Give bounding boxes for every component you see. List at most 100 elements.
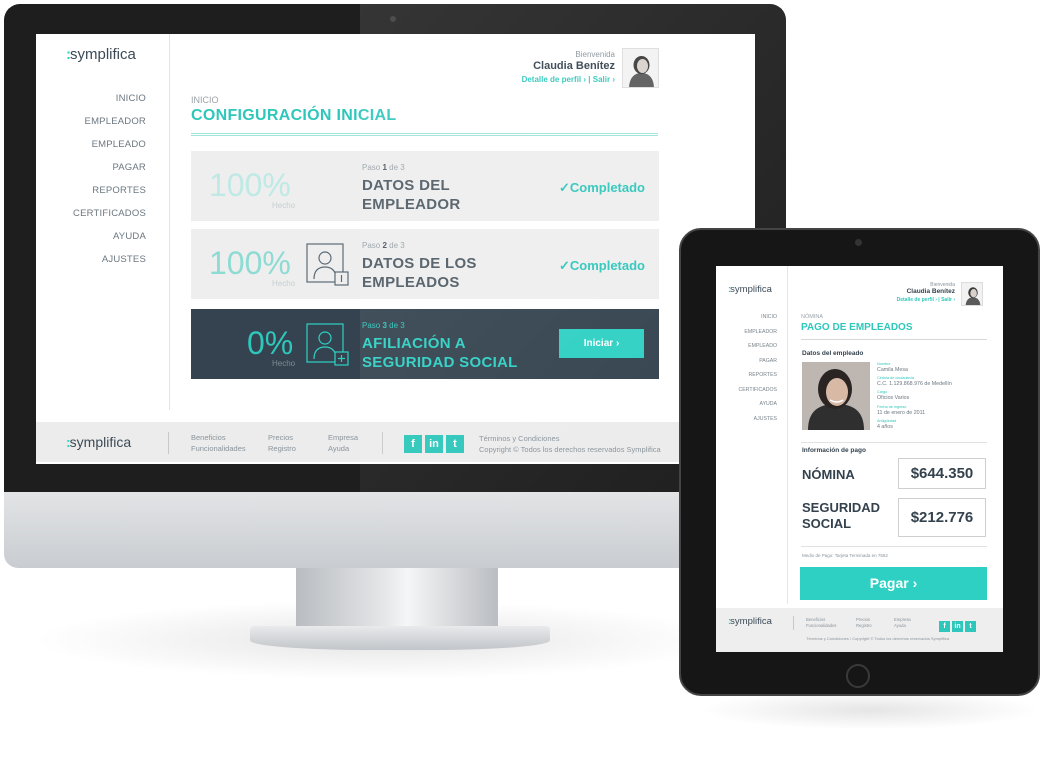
page-title: CONFIGURACIÓN INICIAL bbox=[191, 107, 397, 124]
logout-link[interactable]: Salir › bbox=[593, 75, 615, 84]
sidebar-item-ajustes[interactable]: AJUSTES bbox=[716, 415, 777, 430]
footer-logo[interactable]: :symplifica bbox=[728, 616, 772, 627]
footer-link-registro[interactable]: Registro bbox=[268, 443, 296, 454]
field-value-antiguedad: 4 años bbox=[877, 424, 893, 430]
sidebar-item-ayuda[interactable]: AYUDA bbox=[36, 230, 146, 253]
sidebar-item-certificados[interactable]: CERTIFICADOS bbox=[36, 207, 146, 230]
sidebar-item-empleador[interactable]: EMPLEADOR bbox=[716, 328, 777, 343]
linkedin-icon[interactable]: in bbox=[952, 621, 963, 632]
sidebar-item-pagar[interactable]: PAGAR bbox=[716, 357, 777, 372]
footer-links-2: Precios Registro bbox=[856, 617, 872, 629]
footer-link-empresa[interactable]: Empresa bbox=[328, 432, 358, 443]
sidebar-item-pagar[interactable]: PAGAR bbox=[36, 161, 146, 184]
facebook-icon[interactable]: f bbox=[404, 435, 422, 453]
social-links: f in t bbox=[939, 615, 978, 633]
person-card-icon bbox=[306, 323, 349, 366]
footer-link-registro[interactable]: Registro bbox=[856, 623, 872, 629]
title-rule bbox=[801, 339, 987, 340]
user-name: Claudia Benítez bbox=[906, 288, 955, 295]
sidebar-item-ajustes[interactable]: AJUSTES bbox=[36, 253, 146, 276]
social-security-label-line2: SOCIAL bbox=[802, 516, 852, 531]
sidebar-item-inicio[interactable]: INICIO bbox=[36, 92, 146, 115]
step-number: Paso 2 de 3 bbox=[362, 241, 405, 250]
imac-stand-foot bbox=[250, 626, 550, 650]
step-num: 2 bbox=[382, 241, 387, 250]
imac-stand-neck bbox=[296, 568, 498, 630]
step-suffix: de 3 bbox=[389, 241, 405, 250]
step-prefix: Paso bbox=[362, 163, 381, 172]
sidebar-item-empleado[interactable]: EMPLEADO bbox=[36, 138, 146, 161]
user-links: Detalle de perfil › | Salir › bbox=[897, 297, 955, 303]
title-rule bbox=[191, 133, 658, 136]
ipad-shadow bbox=[700, 690, 1040, 730]
step-number: Paso 3 de 3 bbox=[362, 321, 405, 330]
terms-link[interactable]: Términos y Condiciones bbox=[479, 433, 661, 444]
linkedin-icon[interactable]: in bbox=[425, 435, 443, 453]
logo-text: symplifica bbox=[730, 616, 772, 627]
pay-button[interactable]: Pagar › bbox=[800, 567, 987, 600]
footer-link-funcionalidades[interactable]: Funcionalidades bbox=[806, 623, 837, 629]
footer-link-beneficios[interactable]: Beneficios bbox=[191, 432, 246, 443]
section-divider bbox=[801, 546, 987, 547]
sidebar-nav: INICIO EMPLEADOR EMPLEADO PAGAR REPORTES… bbox=[36, 92, 146, 276]
step-status-completed: ✓Completado bbox=[558, 258, 645, 273]
field-label-nombre: Nombre bbox=[877, 362, 891, 366]
breadcrumb[interactable]: NÓMINA bbox=[801, 314, 823, 320]
social-security-label-line1: SEGURIDAD bbox=[802, 500, 881, 515]
step-card-2[interactable]: 100% Hecho Paso 2 de 3 DATOS DE LOS EMPL… bbox=[191, 229, 659, 299]
step-card-3[interactable]: 0% Hecho Paso 3 de 3 AFILIACIÓN A SEGURI… bbox=[191, 309, 659, 379]
sidebar-item-empleador[interactable]: EMPLEADOR bbox=[36, 115, 146, 138]
sidebar-item-reportes[interactable]: REPORTES bbox=[36, 184, 146, 207]
footer-link-ayuda[interactable]: Ayuda bbox=[894, 623, 911, 629]
step-suffix: de 3 bbox=[389, 163, 405, 172]
sidebar-item-reportes[interactable]: REPORTES bbox=[716, 371, 777, 386]
footer-links-1: Beneficios Funcionalidades bbox=[191, 432, 246, 454]
payment-method: Medio de Pago: Tarjeta Terminada en 7562 bbox=[802, 553, 888, 558]
copyright-text: Copyright © Todos los derechos reservado… bbox=[479, 445, 661, 454]
brand-logo[interactable]: :symplifica bbox=[728, 284, 772, 295]
logout-link[interactable]: Salir › bbox=[941, 297, 955, 303]
footer-logo[interactable]: :symplifica bbox=[66, 434, 131, 450]
sidebar-item-certificados[interactable]: CERTIFICADOS bbox=[716, 386, 777, 401]
payroll-label-line1: NÓMINA bbox=[802, 467, 855, 482]
profile-link[interactable]: Detalle de perfil › bbox=[897, 297, 937, 303]
sidebar-item-inicio[interactable]: INICIO bbox=[716, 313, 777, 328]
logo-text: symplifica bbox=[69, 434, 132, 450]
field-label-ingreso: Fecha de ingreso bbox=[877, 405, 907, 409]
twitter-icon[interactable]: t bbox=[965, 621, 976, 632]
facebook-icon[interactable]: f bbox=[939, 621, 950, 632]
sidebar-item-empleado[interactable]: EMPLEADO bbox=[716, 342, 777, 357]
field-label-cedula: Cédula de ciudadanía bbox=[877, 376, 914, 380]
step-title-line1: DATOS DE LOS bbox=[362, 255, 477, 272]
field-label-cargo: Cargo bbox=[877, 390, 888, 394]
step-prefix: Paso bbox=[362, 241, 381, 250]
brand-logo[interactable]: :symplifica bbox=[66, 46, 136, 63]
ipad-camera bbox=[855, 239, 862, 246]
user-block: Bienvenida Claudia Benítez Detalle de pe… bbox=[897, 282, 955, 303]
start-button[interactable]: Iniciar › bbox=[559, 329, 644, 358]
payment-section-title: Información de pago bbox=[802, 447, 866, 454]
breadcrumb[interactable]: INICIO bbox=[191, 95, 219, 105]
profile-link[interactable]: Detalle de perfil › bbox=[522, 75, 586, 84]
footer-legal: Términos y Condiciones / Copyright © Tod… bbox=[806, 636, 950, 641]
footer: :symplifica Beneficios Funcionalidades P… bbox=[716, 608, 1003, 652]
footer-links-1: Beneficios Funcionalidades bbox=[806, 617, 837, 629]
footer-links-3: Empresa Ayuda bbox=[894, 617, 911, 629]
avatar[interactable] bbox=[961, 282, 983, 306]
step-percent-label: Hecho bbox=[272, 201, 296, 210]
footer-link-ayuda[interactable]: Ayuda bbox=[328, 443, 358, 454]
twitter-icon[interactable]: t bbox=[446, 435, 464, 453]
field-label-antiguedad: Antigüedad bbox=[877, 419, 897, 423]
step-card-1[interactable]: 100% Hecho Paso 1 de 3 DATOS DEL EMPLEAD… bbox=[191, 151, 659, 221]
imac-chin bbox=[4, 492, 786, 568]
employee-photo bbox=[802, 362, 870, 430]
footer-link-funcionalidades[interactable]: Funcionalidades bbox=[191, 443, 246, 454]
avatar-portrait bbox=[962, 283, 982, 305]
social-links: f in t bbox=[404, 434, 467, 453]
sidebar-item-ayuda[interactable]: AYUDA bbox=[716, 400, 778, 415]
product-mockup: :symplifica INICIO EMPLEADOR EMPLEADO PA… bbox=[0, 0, 1043, 760]
payroll-amount: $644.350 bbox=[898, 458, 986, 489]
footer-link-precios[interactable]: Precios bbox=[268, 432, 296, 443]
step-suffix: de 3 bbox=[389, 321, 405, 330]
avatar[interactable] bbox=[622, 48, 659, 88]
